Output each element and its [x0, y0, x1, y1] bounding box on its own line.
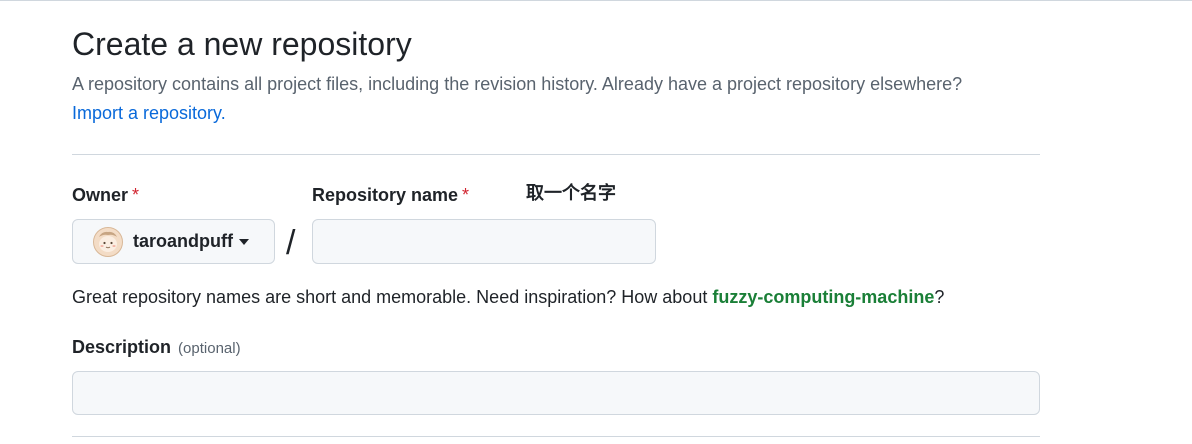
repository-name-annotation: 取一个名字 [526, 183, 616, 204]
repository-name-label-text: Repository name [312, 185, 459, 205]
repository-name-input[interactable] [312, 219, 656, 264]
repository-name-required-mark: * [462, 185, 470, 205]
repository-name-label: Repository name * [312, 183, 469, 207]
owner-dropdown-button[interactable]: taroandpuff [72, 219, 275, 264]
hint-suffix: ? [934, 287, 945, 307]
new-repo-form: Create a new repository A repository con… [72, 24, 1040, 437]
hint-prefix: Great repository names are short and mem… [72, 287, 713, 307]
owner-name: taroandpuff [133, 231, 233, 251]
page: Create a new repository A repository con… [0, 0, 1192, 444]
section-divider-bottom [72, 436, 1040, 437]
avatar-icon [93, 226, 123, 257]
top-border [0, 0, 1192, 1]
subtitle-text: A repository contains all project files,… [72, 74, 963, 94]
description-label-text: Description [72, 337, 172, 357]
owner-repo-separator: / [286, 224, 296, 262]
import-repository-link[interactable]: Import a repository. [72, 103, 226, 123]
description-input[interactable] [72, 371, 1040, 415]
description-label: Description (optional) [72, 335, 1040, 361]
suggested-name-link[interactable]: fuzzy-computing-machine [712, 287, 934, 307]
repository-name-field: Repository name * [312, 183, 656, 264]
owner-label: Owner * [72, 183, 139, 207]
owner-field: Owner * taroandpuff / [72, 183, 295, 264]
owner-required-mark: * [132, 185, 140, 205]
owner-repo-row: Owner * taroandpuff / Repository name * … [72, 183, 1040, 267]
page-title: Create a new repository [72, 26, 412, 62]
repository-name-hint: Great repository names are short and mem… [72, 285, 1040, 309]
description-optional-note: (optional) [178, 340, 241, 357]
page-subtitle: A repository contains all project files,… [72, 70, 1040, 128]
section-divider [72, 154, 1040, 155]
caret-down-icon [238, 238, 249, 245]
owner-label-text: Owner [72, 185, 129, 205]
